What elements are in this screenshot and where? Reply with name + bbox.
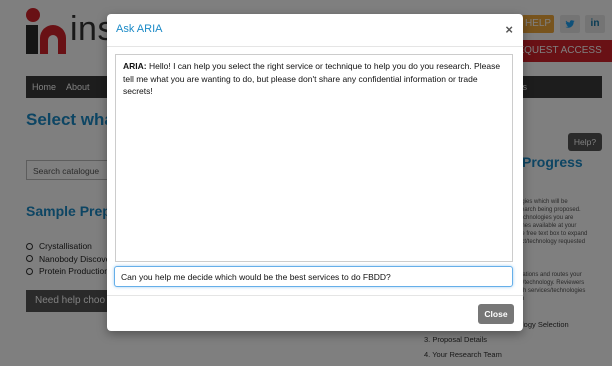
- chat-speaker: ARIA:: [123, 61, 147, 71]
- modal-title: Ask ARIA: [116, 23, 163, 35]
- chat-message: Hello! I can help you select the right s…: [123, 61, 501, 96]
- modal-header: Ask ARIA ×: [107, 14, 523, 47]
- chat-input[interactable]: [114, 266, 513, 287]
- close-button[interactable]: Close: [478, 304, 514, 324]
- modal-footer: Close: [107, 295, 523, 332]
- chat-log: ARIA: Hello! I can help you select the r…: [115, 54, 513, 262]
- close-icon[interactable]: ×: [505, 22, 513, 37]
- ask-aria-dialog: Ask ARIA × ARIA: Hello! I can help you s…: [107, 14, 523, 331]
